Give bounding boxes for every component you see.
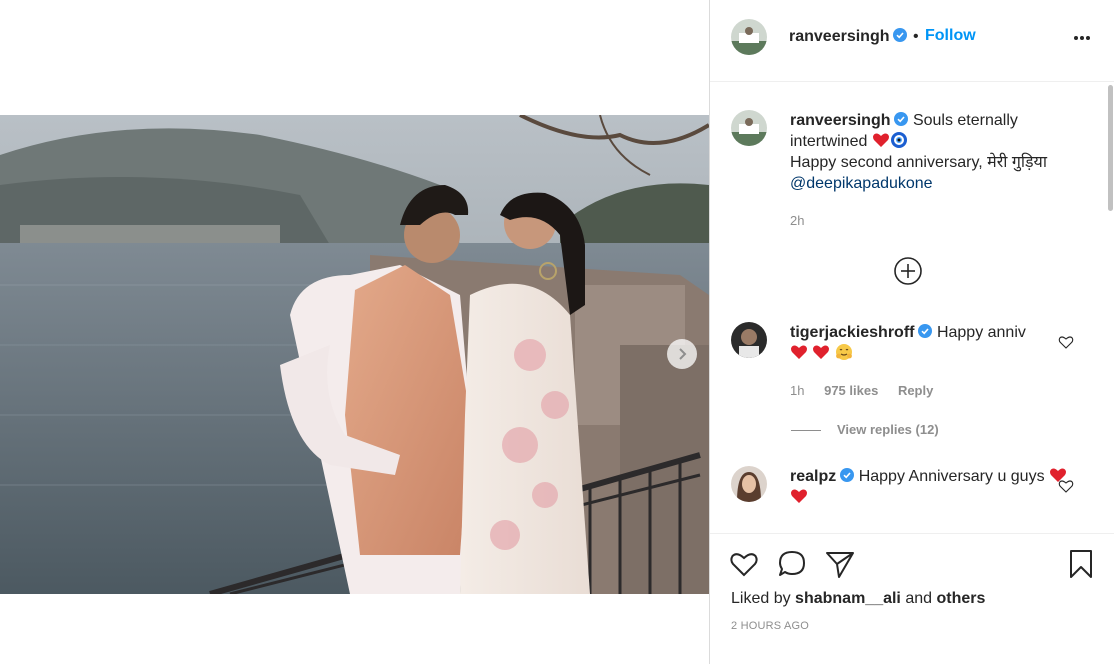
commenter-username-text: realpz [790, 468, 837, 485]
caption-username-text: ranveersingh [790, 112, 891, 129]
plus-circle-icon[interactable] [893, 256, 923, 286]
post-media [0, 0, 709, 664]
view-replies-text: View replies (12) [837, 422, 939, 437]
commenter-username-text: tigerjackieshroff [790, 324, 915, 341]
post-photo[interactable] [0, 115, 709, 594]
heart-outline-icon[interactable] [1058, 478, 1074, 494]
red-heart-emoji-icon [791, 345, 807, 359]
comment-time: 1h [790, 383, 805, 398]
commenter-avatar[interactable] [731, 322, 767, 358]
comments-section[interactable]: ranveersingh Souls eternally intertwined… [710, 82, 1114, 533]
caption-body: ranveersingh Souls eternally intertwined… [790, 110, 1075, 231]
comment-text: Happy anniv [936, 324, 1026, 341]
red-heart-emoji-icon [791, 489, 807, 503]
caption: ranveersingh Souls eternally intertwined… [731, 110, 1071, 250]
comments-scrollbar[interactable] [1108, 85, 1113, 211]
post-side-panel: ranveersingh • Follow ranveersingh Souls… [709, 0, 1114, 664]
liked-by-others[interactable]: others [936, 590, 985, 607]
author-username-text: ranveersingh [789, 28, 890, 45]
nazar-amulet-emoji-icon [890, 132, 907, 148]
comment-bubble-icon[interactable] [776, 548, 808, 580]
verified-badge-icon [893, 28, 908, 42]
bookmark-icon[interactable] [1065, 548, 1097, 580]
comment-body: tigerjackieshroff Happy anniv 1h 975 lik… [790, 322, 1075, 401]
post-header: ranveersingh • Follow [710, 0, 1114, 82]
post-actions: Liked by shabnam__ali and others 2 HOURS… [710, 533, 1114, 664]
post-timestamp[interactable]: 2 HOURS AGO [731, 620, 809, 632]
caption-line2: Happy second anniversary, मेरी गुड़िया [790, 154, 1047, 171]
comment-meta: 1h 975 likes Reply [790, 380, 1075, 401]
liked-by-user[interactable]: shabnam__ali [795, 590, 901, 607]
heart-outline-icon[interactable] [1058, 334, 1074, 350]
reply-button[interactable]: Reply [898, 383, 933, 398]
next-slide-button[interactable] [667, 339, 697, 369]
photo-image [0, 115, 709, 594]
author-avatar[interactable] [731, 19, 767, 55]
hugging-face-emoji-icon [835, 344, 852, 360]
author-username[interactable]: ranveersingh [789, 28, 908, 46]
commenter-username[interactable]: tigerjackieshroff [790, 324, 933, 341]
comment-item: tigerjackieshroff Happy anniv 1h 975 lik… [731, 322, 1074, 412]
red-heart-emoji-icon [872, 133, 889, 147]
follow-button[interactable]: Follow [925, 27, 976, 45]
comment-body: realpz Happy Anniversary u guys [790, 466, 1075, 508]
separator-dot: • [913, 28, 919, 45]
liked-by-prefix: Liked by [731, 590, 791, 607]
commenter-username[interactable]: realpz [790, 468, 855, 485]
red-heart-emoji-icon [813, 345, 830, 359]
caption-time: 2h [790, 213, 805, 228]
more-horizontal-icon[interactable] [1072, 28, 1092, 48]
liked-by-and: and [905, 590, 933, 607]
caption-username[interactable]: ranveersingh [790, 112, 909, 129]
comment-text: Happy Anniversary u guys [858, 468, 1045, 485]
caption-avatar[interactable] [731, 110, 767, 146]
verified-badge-icon [894, 112, 909, 126]
paper-plane-icon[interactable] [824, 548, 856, 580]
commenter-avatar[interactable] [731, 466, 767, 502]
view-replies-line [791, 430, 821, 432]
liked-by: Liked by shabnam__ali and others [731, 590, 985, 608]
heart-outline-icon[interactable] [728, 548, 760, 580]
comment-likes[interactable]: 975 likes [824, 383, 878, 398]
comment-item: realpz Happy Anniversary u guys [731, 466, 1074, 526]
caption-mention-link[interactable]: @deepikapadukone [790, 173, 1075, 194]
view-replies-button[interactable]: View replies (12) [791, 422, 939, 437]
verified-badge-icon [918, 324, 933, 338]
verified-badge-icon [840, 468, 855, 482]
chevron-right-icon [679, 348, 687, 360]
